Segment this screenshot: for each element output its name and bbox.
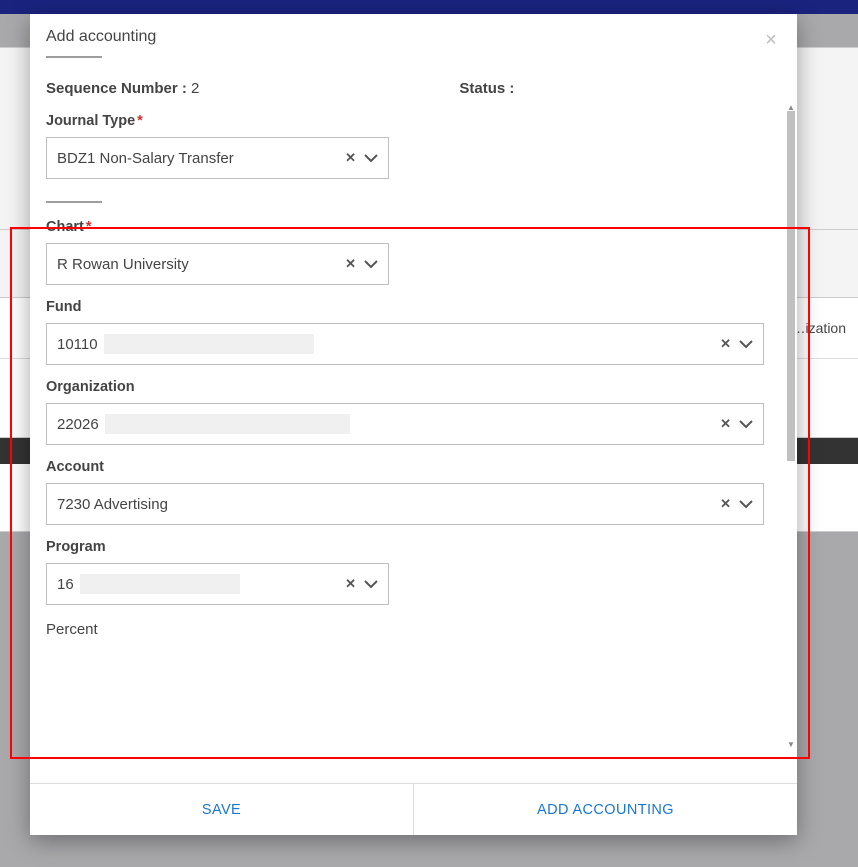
- clear-icon[interactable]: ✕: [720, 416, 731, 432]
- chart-value: R Rowan University: [57, 256, 345, 273]
- field-journal-type: Journal Type* BDZ1 Non-Salary Transfer ✕: [46, 113, 781, 179]
- redacted-text: [105, 414, 350, 434]
- add-accounting-button[interactable]: ADD ACCOUNTING: [414, 784, 797, 835]
- redacted-text: [104, 334, 314, 354]
- sequence-number: Sequence Number : 2: [46, 80, 199, 97]
- fund-select[interactable]: 10110 ✕: [46, 323, 764, 365]
- required-marker: *: [137, 113, 143, 129]
- field-account: Account 7230 Advertising ✕: [46, 459, 781, 525]
- scrollbar[interactable]: ▲ ▼: [787, 103, 795, 748]
- dialog-meta-row: Sequence Number : 2 Status :: [30, 66, 797, 103]
- fund-label: Fund: [46, 299, 781, 315]
- sequence-label: Sequence Number :: [46, 80, 187, 97]
- chevron-down-icon[interactable]: [364, 153, 378, 163]
- dialog-title-underline: [46, 56, 102, 58]
- sequence-value: 2: [191, 80, 199, 97]
- organization-select[interactable]: 22026 ✕: [46, 403, 764, 445]
- journal-type-value: BDZ1 Non-Salary Transfer: [57, 150, 345, 167]
- status-label: Status :: [459, 80, 514, 97]
- redacted-text: [80, 574, 240, 594]
- dialog-header: Add accounting: [30, 14, 797, 66]
- scroll-down-icon[interactable]: ▼: [787, 740, 795, 748]
- account-value: 7230 Advertising: [57, 496, 720, 513]
- clear-icon[interactable]: ✕: [345, 576, 356, 592]
- status: Status :: [459, 80, 514, 97]
- program-value: 16: [57, 574, 345, 594]
- section-divider: [46, 201, 102, 203]
- clear-icon[interactable]: ✕: [720, 336, 731, 352]
- program-label: Program: [46, 539, 781, 555]
- required-marker: *: [86, 219, 92, 235]
- clear-icon[interactable]: ✕: [720, 496, 731, 512]
- chevron-down-icon[interactable]: [739, 499, 753, 509]
- chevron-down-icon[interactable]: [739, 419, 753, 429]
- bg-header-cell: …ization: [792, 320, 846, 336]
- dialog-title: Add accounting: [46, 28, 781, 46]
- close-button[interactable]: ×: [759, 28, 783, 52]
- chevron-down-icon[interactable]: [364, 579, 378, 589]
- organization-value: 22026: [57, 414, 720, 434]
- journal-type-select[interactable]: BDZ1 Non-Salary Transfer ✕: [46, 137, 389, 179]
- percent-label: Percent: [46, 621, 781, 638]
- field-organization: Organization 22026 ✕: [46, 379, 781, 445]
- dialog-scroll-area: Journal Type* BDZ1 Non-Salary Transfer ✕…: [30, 103, 797, 783]
- chevron-down-icon[interactable]: [364, 259, 378, 269]
- account-select[interactable]: 7230 Advertising ✕: [46, 483, 764, 525]
- fund-value: 10110: [57, 334, 720, 354]
- organization-label: Organization: [46, 379, 781, 395]
- journal-type-label: Journal Type*: [46, 113, 781, 129]
- app-topbar: [0, 0, 858, 14]
- scroll-up-icon[interactable]: ▲: [787, 103, 795, 111]
- save-button[interactable]: SAVE: [30, 784, 414, 835]
- scrollbar-thumb[interactable]: [787, 111, 795, 461]
- chart-select[interactable]: R Rowan University ✕: [46, 243, 389, 285]
- program-select[interactable]: 16 ✕: [46, 563, 389, 605]
- field-program: Program 16 ✕: [46, 539, 781, 605]
- account-label: Account: [46, 459, 781, 475]
- clear-icon[interactable]: ✕: [345, 150, 356, 166]
- field-fund: Fund 10110 ✕: [46, 299, 781, 365]
- field-chart: Chart* R Rowan University ✕: [46, 219, 781, 285]
- close-icon: ×: [765, 29, 777, 52]
- add-accounting-dialog: Add accounting × Sequence Number : 2 Sta…: [30, 14, 797, 835]
- chart-label: Chart*: [46, 219, 781, 235]
- chevron-down-icon[interactable]: [739, 339, 753, 349]
- clear-icon[interactable]: ✕: [345, 256, 356, 272]
- dialog-footer: SAVE ADD ACCOUNTING: [30, 783, 797, 835]
